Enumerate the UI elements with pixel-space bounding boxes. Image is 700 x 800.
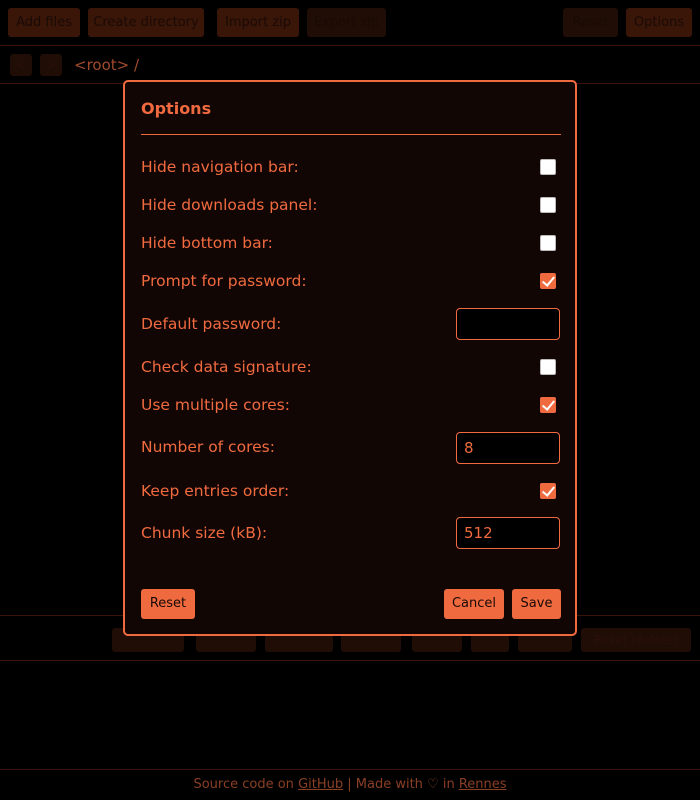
- toolbar: Add files Create directory Import zip Ex…: [0, 0, 700, 46]
- hide-navigation-bar-checkbox[interactable]: [540, 159, 556, 175]
- rennes-link[interactable]: Rennes: [459, 777, 507, 792]
- hide-downloads-panel-label: Hide downloads panel:: [141, 196, 318, 214]
- check-data-signature-label: Check data signature:: [141, 358, 312, 376]
- navigation-bar: < > <root> /: [0, 46, 700, 84]
- reset-button[interactable]: Reset: [563, 8, 618, 37]
- hide-bottom-bar-checkbox[interactable]: [540, 235, 556, 251]
- number-of-cores-label: Number of cores:: [141, 438, 275, 456]
- default-password-field[interactable]: [456, 308, 560, 340]
- keep-entries-order-checkbox[interactable]: [540, 483, 556, 499]
- create-directory-button[interactable]: Create directory: [88, 8, 204, 37]
- prompt-for-password-label: Prompt for password:: [141, 272, 307, 290]
- footer-middle: | Made with ♡ in: [347, 777, 455, 792]
- import-zip-button[interactable]: Import zip: [217, 8, 299, 37]
- use-multiple-cores-label: Use multiple cores:: [141, 396, 290, 414]
- footer: Source code on GitHub | Made with ♡ in R…: [0, 769, 700, 800]
- footer-prefix: Source code on: [193, 777, 294, 792]
- forward-button[interactable]: >: [40, 54, 62, 76]
- back-button[interactable]: <: [10, 54, 32, 76]
- save-button[interactable]: Save: [512, 589, 561, 619]
- default-password-label: Default password:: [141, 315, 282, 333]
- prompt-for-password-checkbox[interactable]: [540, 273, 556, 289]
- breadcrumb[interactable]: <root> /: [74, 56, 139, 74]
- hide-downloads-panel-checkbox[interactable]: [540, 197, 556, 213]
- hide-bottom-bar-label: Hide bottom bar:: [141, 234, 273, 252]
- chunk-size-label: Chunk size (kB):: [141, 524, 268, 542]
- chunk-size-field[interactable]: 512: [456, 517, 560, 549]
- divider: [141, 134, 561, 135]
- dialog-title: Options: [141, 99, 212, 118]
- dialog-reset-button[interactable]: Reset: [141, 589, 195, 619]
- hide-navigation-bar-label: Hide navigation bar:: [141, 158, 299, 176]
- check-data-signature-checkbox[interactable]: [540, 359, 556, 375]
- options-button[interactable]: Options: [626, 8, 692, 37]
- reset-delete-button[interactable]: Reset (delete): [581, 628, 691, 652]
- keep-entries-order-label: Keep entries order:: [141, 482, 290, 500]
- github-link[interactable]: GitHub: [298, 777, 343, 792]
- cancel-button[interactable]: Cancel: [444, 589, 504, 619]
- use-multiple-cores-checkbox[interactable]: [540, 397, 556, 413]
- export-zip-button[interactable]: Export zip: [307, 8, 386, 37]
- options-dialog: Options Hide navigation bar: Hide downlo…: [123, 80, 577, 636]
- add-files-button[interactable]: Add files: [8, 8, 80, 37]
- number-of-cores-field[interactable]: 8: [456, 432, 560, 464]
